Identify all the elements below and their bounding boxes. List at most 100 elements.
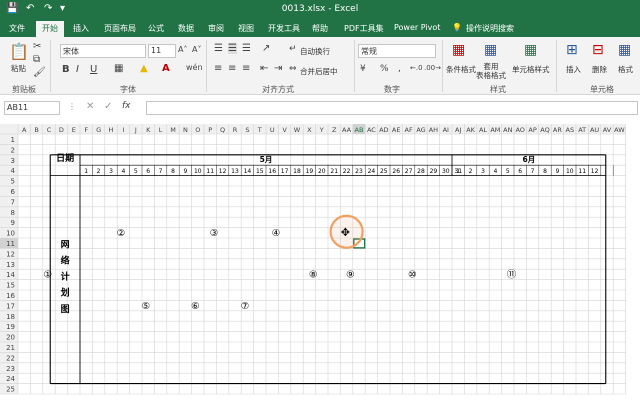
row-header: 7 [11,198,15,206]
day-label: 12 [591,168,599,175]
day-label: 10 [566,168,574,175]
cells-group-label: 单元格 [590,85,614,94]
fill-color-icon[interactable]: ▲ [140,63,148,74]
column-header: J [134,126,137,134]
node-5: ⑤ [141,301,150,312]
column-header: AE [392,126,401,134]
column-header: N [183,126,188,134]
row-header: 11 [6,240,15,248]
align-top-icon[interactable]: ☰ [214,43,223,54]
tab-developer[interactable]: 开发工具 [268,23,300,34]
tell-me-search[interactable]: 操作说明搜索 [466,23,514,34]
phonetic-icon[interactable]: wén [186,63,203,72]
column-header: AK [466,126,475,134]
tab-formulas[interactable]: 公式 [148,23,164,34]
tab-file[interactable]: 文件 [9,23,25,34]
align-bottom-icon[interactable]: ☰ [242,43,251,54]
cancel-icon[interactable]: ✕ [86,101,94,112]
tab-home[interactable]: 开始 [36,21,64,37]
format-cells-icon[interactable]: ▦ [618,42,631,58]
tab-page-layout[interactable]: 页面布局 [104,23,136,34]
row-header: 21 [6,344,15,352]
lightbulb-icon: 💡 [452,23,462,32]
date-label: 日期 [56,152,74,164]
align-middle-icon[interactable]: ☰ [228,43,237,54]
tab-insert[interactable]: 插入 [73,23,89,34]
cell-styles-button[interactable]: 单元格样式 [512,64,550,75]
number-format-select[interactable]: 常规 [358,44,436,58]
tab-data[interactable]: 数据 [178,23,194,34]
indent-increase-icon[interactable]: ⇥ [274,63,282,74]
node-2: ② [117,228,126,239]
font-name-select[interactable]: 宋体 [60,44,146,58]
tab-help[interactable]: 帮助 [312,23,328,34]
day-label: 10 [194,168,202,175]
delete-cells-icon[interactable]: ⊟ [592,42,604,58]
format-table-icon[interactable]: ▦ [484,42,497,58]
merge-icon: ⇔ [289,64,297,74]
cell-styles-icon[interactable]: ▦ [524,42,537,58]
row-header: 25 [6,386,15,394]
font-color-icon[interactable]: A [162,63,170,74]
column-header: K [146,126,151,134]
increase-decimal-icon[interactable]: ←.0 [410,64,423,72]
insert-cells-icon[interactable]: ⊞ [566,42,578,58]
delete-cells-button[interactable]: 删除 [592,64,607,75]
font-size-select[interactable]: 11 [148,44,176,58]
indent-decrease-icon[interactable]: ⇤ [260,63,268,74]
column-header: D [59,126,64,134]
align-left-icon[interactable]: ≡ [214,63,222,74]
day-label: 5 [134,168,138,175]
paste-icon[interactable]: 📋 [8,42,30,62]
bold-button[interactable]: B [62,64,70,75]
format-table-button[interactable]: 套用 表格格式 [476,62,506,80]
merge-center-button[interactable]: 合并后居中 [300,66,338,77]
borders-icon[interactable]: ▦ [114,63,123,74]
column-header: P [208,126,212,134]
copy-icon[interactable]: ⧉ [33,54,40,65]
column-header: AM [490,126,500,134]
underline-button[interactable]: U [90,64,97,75]
day-label: 12 [219,168,227,175]
conditional-format-icon[interactable]: ▦ [452,42,465,58]
align-right-icon[interactable]: ≡ [242,63,250,74]
orientation-icon[interactable]: ↗ [262,43,270,54]
column-header: F [84,126,88,134]
day-label: 2 [97,168,101,175]
italic-button[interactable]: I [76,64,79,75]
percent-icon[interactable]: % [380,64,389,74]
day-label: 27 [405,168,413,175]
currency-icon[interactable]: ¥ [360,64,366,74]
worksheet-grid[interactable]: A B C D E F G H I J K L M N O P Q R S T U V W X Y Z AA AB AC AD AE AF AG… [0,124,640,404]
align-center-icon[interactable]: ≡ [228,63,236,74]
grow-font-icon[interactable]: A˄ [178,45,187,54]
column-header: C [47,126,52,134]
conditional-format-button[interactable]: 条件格式 [446,64,476,75]
tab-view[interactable]: 视图 [238,23,254,34]
enter-icon[interactable]: ✓ [104,101,112,112]
day-label: 13 [231,168,239,175]
comma-style-icon[interactable]: , [398,64,401,74]
column-header: AW [614,126,625,134]
format-painter-icon[interactable]: 🖌 [33,67,46,78]
tab-review[interactable]: 审阅 [208,23,224,34]
divider [442,40,443,92]
column-header: AU [590,126,599,134]
network-diagram-label: 络 [61,254,70,266]
column-header: AI [443,126,449,134]
cut-icon[interactable]: ✂ [33,41,41,52]
tab-power-pivot[interactable]: Power Pivot [394,23,440,32]
decrease-decimal-icon[interactable]: .00→ [424,64,441,72]
formula-input[interactable] [146,101,638,115]
node-1: ① [43,270,52,281]
tab-pdf-tools[interactable]: PDF工具集 [344,23,384,34]
node-3: ③ [210,228,219,239]
divider [206,40,207,92]
insert-function-button[interactable]: fx [122,101,131,111]
name-box[interactable]: AB11 [4,101,60,115]
paste-button[interactable]: 粘贴 [11,63,26,74]
shrink-font-icon[interactable]: A˅ [192,45,201,54]
format-cells-button[interactable]: 格式 [618,64,633,75]
wrap-text-button[interactable]: 自动换行 [300,46,330,57]
insert-cells-button[interactable]: 插入 [566,64,581,75]
